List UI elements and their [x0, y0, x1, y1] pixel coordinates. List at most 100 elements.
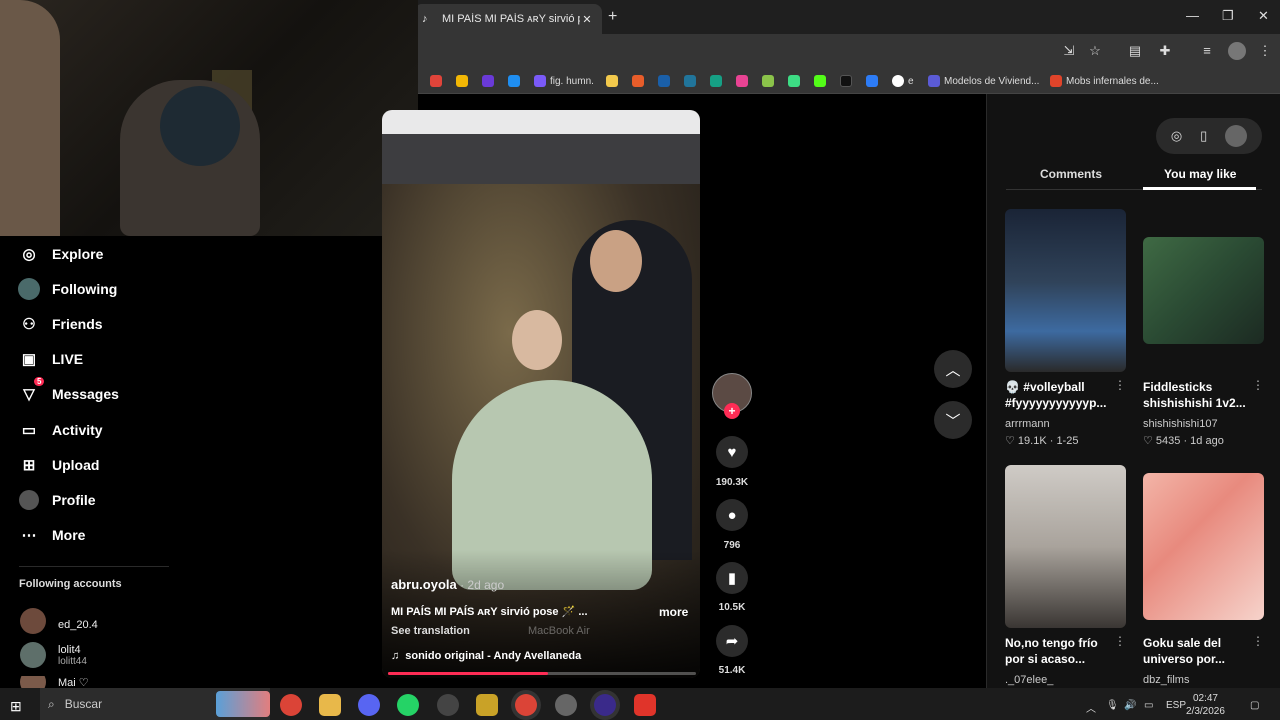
windows-start-icon[interactable]: ⊞	[10, 698, 22, 715]
browser-tab-active[interactable]: ♪ MI PAÍS MI PAÍS ᴀʀY sirvió pos ✕	[414, 4, 602, 34]
follow-plus-icon[interactable]: +	[724, 403, 740, 419]
sidebar-item-following[interactable]: Following	[18, 277, 117, 301]
sidebar-item-live[interactable]: ▣ LIVE	[18, 347, 83, 371]
app-circle-icon[interactable]	[594, 694, 616, 716]
notifications-icon[interactable]: ▢	[1250, 700, 1259, 711]
recommended-video-thumbnail[interactable]	[1143, 473, 1264, 620]
bookmark-fig-humn[interactable]: fig. humn.	[534, 73, 594, 89]
avatar[interactable]	[1225, 125, 1248, 147]
bookmark-icon[interactable]	[606, 73, 618, 89]
bookmark-icon[interactable]	[658, 73, 670, 89]
device-icon[interactable]: ▯	[1200, 128, 1207, 144]
explore-compass-icon[interactable]: ◎	[1171, 128, 1182, 144]
sidebar-item-friends[interactable]: ⚇ Friends	[18, 312, 102, 336]
microphone-icon[interactable]: 🎙	[1106, 700, 1119, 711]
upload-icon: ⊞	[22, 457, 36, 474]
bookmark-star-icon[interactable]: ☆	[1086, 42, 1104, 60]
language-indicator[interactable]: ESP	[1166, 700, 1186, 711]
discord-icon[interactable]	[358, 694, 380, 716]
like-button[interactable]: ♥	[716, 436, 748, 468]
sidebar-item-messages[interactable]: ▽ 5 Messages	[18, 377, 119, 406]
browser-menu-icon[interactable]: ⋮	[1256, 42, 1274, 60]
card-title[interactable]: Goku sale del universo por...	[1143, 635, 1253, 667]
close-window-button[interactable]: ✕	[1258, 8, 1269, 24]
previous-video-button[interactable]: ︿	[934, 350, 972, 388]
network-icon[interactable]: ▭	[1144, 700, 1153, 711]
card-author[interactable]: arrrmann	[1005, 418, 1050, 430]
sidebar-item-explore[interactable]: ◎ Explore	[18, 242, 103, 266]
recommended-video-thumbnail[interactable]	[1005, 209, 1126, 372]
volume-icon[interactable]: 🔊	[1124, 700, 1136, 711]
bookmark-icon[interactable]	[814, 73, 826, 89]
bookmark-e[interactable]: e	[892, 73, 914, 89]
chrome-active-icon[interactable]	[515, 694, 537, 716]
tab-you-may-like[interactable]: You may like	[1164, 167, 1236, 181]
video-sound[interactable]: ♫ sonido original - Andy Avellaneda	[391, 650, 581, 662]
wordpress-bookmark-icon[interactable]	[684, 73, 696, 89]
share-arrow-icon: ➦	[725, 633, 739, 650]
recommended-video-thumbnail[interactable]	[1143, 237, 1264, 344]
bookmark-icon[interactable]	[710, 73, 722, 89]
profile-avatar-icon[interactable]	[1228, 42, 1246, 60]
install-app-icon[interactable]: ⇲	[1060, 42, 1078, 60]
obs-icon[interactable]	[437, 694, 459, 716]
video-progress-bar[interactable]	[388, 672, 696, 675]
sidebar-item-more[interactable]: ⋯ More	[18, 523, 86, 547]
card-author[interactable]: shishishishi107	[1143, 418, 1218, 430]
minimize-button[interactable]: —	[1186, 8, 1199, 23]
whatsapp-icon[interactable]	[397, 694, 419, 716]
chrome-icon[interactable]	[280, 694, 302, 716]
next-video-button[interactable]: ﹀	[934, 401, 972, 439]
see-translation-link[interactable]: See translation	[391, 625, 470, 637]
video-author[interactable]: abru.oyola · 2d ago	[391, 577, 504, 592]
bookmark-icon[interactable]	[762, 73, 774, 89]
bookmark-icon[interactable]	[736, 73, 748, 89]
following-account[interactable]: lolit4 lolitt44	[20, 642, 87, 668]
file-explorer-icon[interactable]	[319, 694, 341, 716]
bookmark-modelos-vivienda[interactable]: Modelos de Viviend...	[928, 73, 1039, 89]
caption-more-button[interactable]: more	[659, 605, 688, 619]
bookmark-icon[interactable]	[430, 73, 442, 89]
card-menu-icon[interactable]: ⋮	[1252, 378, 1264, 392]
following-account[interactable]: ed_20.4	[20, 608, 98, 634]
sidebar-item-activity[interactable]: ▭ Activity	[18, 418, 103, 442]
extension-icon[interactable]: ▤	[1126, 42, 1144, 60]
sidebar-item-upload[interactable]: ⊞ Upload	[18, 453, 100, 477]
tiktok-bookmark-icon[interactable]	[840, 73, 852, 89]
author-name[interactable]: abru.oyola	[391, 577, 457, 592]
media-controls-icon[interactable]: ≡	[1198, 42, 1216, 60]
settings-gear-icon[interactable]	[555, 694, 577, 716]
bookmark-mobs-infernales[interactable]: Mobs infernales de...	[1050, 73, 1159, 89]
card-author[interactable]: dbz_films	[1143, 674, 1189, 686]
taskbar-search[interactable]: ⌕ Buscar	[40, 688, 270, 720]
new-tab-button[interactable]: +	[608, 8, 617, 26]
bookmark-icon[interactable]	[456, 73, 468, 89]
bookmark-icon[interactable]	[866, 73, 878, 89]
bookmark-icon[interactable]	[508, 73, 520, 89]
game-launcher-icon[interactable]	[476, 694, 498, 716]
card-title[interactable]: 💀 #volleyball #fyyyyyyyyyyyp...	[1005, 379, 1115, 411]
bookmark-icon[interactable]	[632, 73, 644, 89]
bookmark-icon[interactable]	[482, 73, 494, 89]
card-author[interactable]: ._07elee_	[1005, 674, 1053, 686]
card-title[interactable]: Fiddlesticks shishishishi 1v2...	[1143, 379, 1253, 411]
amd-software-icon[interactable]	[634, 694, 656, 716]
bookmark-icon[interactable]	[788, 73, 800, 89]
following-account[interactable]: Mai ♡	[20, 676, 89, 688]
restore-button[interactable]: ❐	[1222, 8, 1234, 24]
save-button[interactable]: ▮	[716, 562, 748, 594]
puzzle-extensions-icon[interactable]: ✚	[1156, 42, 1174, 60]
recommended-video-thumbnail[interactable]	[1005, 465, 1126, 628]
card-menu-icon[interactable]: ⋮	[1114, 634, 1126, 648]
tray-overflow-icon[interactable]: ︿	[1086, 700, 1096, 715]
tab-close-icon[interactable]: ✕	[580, 13, 594, 26]
card-title[interactable]: No,no tengo frío por si acaso...	[1005, 635, 1115, 667]
share-button[interactable]: ➦	[716, 625, 748, 657]
card-menu-icon[interactable]: ⋮	[1252, 634, 1264, 648]
card-menu-icon[interactable]: ⋮	[1114, 378, 1126, 392]
sidebar-item-profile[interactable]: Profile	[18, 488, 96, 512]
taskbar-clock[interactable]: 02:47 2/3/2026	[1186, 692, 1225, 718]
tab-comments[interactable]: Comments	[1040, 167, 1102, 181]
comment-button[interactable]: ●	[716, 499, 748, 531]
video-player[interactable]	[382, 110, 700, 678]
